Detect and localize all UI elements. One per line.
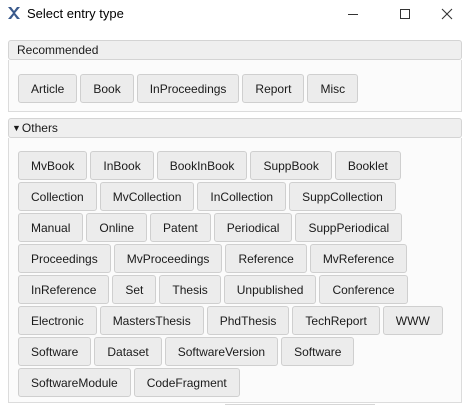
- divider: [225, 404, 375, 411]
- maximize-button[interactable]: [382, 0, 428, 28]
- jabref-icon: [8, 7, 20, 19]
- entry-type-button-collection[interactable]: Collection: [18, 182, 97, 211]
- entry-type-button-phdthesis[interactable]: PhdThesis: [206, 306, 290, 335]
- entry-type-button-bookinbook[interactable]: BookInBook: [156, 151, 248, 180]
- entry-type-button-unpublished[interactable]: Unpublished: [223, 275, 317, 304]
- window-title: Select entry type: [27, 6, 124, 21]
- minimize-button[interactable]: [330, 0, 376, 28]
- entry-type-button-suppcollection[interactable]: SuppCollection: [289, 182, 396, 211]
- entry-type-button-booklet[interactable]: Booklet: [334, 151, 401, 180]
- entry-type-button-software-2[interactable]: Software: [281, 337, 355, 366]
- entry-type-button-mvproceedings[interactable]: MvProceedings: [113, 244, 223, 273]
- expand-caret-icon: ▼: [12, 123, 21, 133]
- entry-type-button-incollection[interactable]: InCollection: [197, 182, 287, 211]
- recommended-button-row: Article Book InProceedings Report Misc: [18, 74, 359, 103]
- close-button[interactable]: [424, 0, 468, 28]
- entry-type-button-techreport[interactable]: TechReport: [292, 306, 380, 335]
- others-button-row: Software Dataset SoftwareVersion Softwar…: [18, 337, 355, 366]
- entry-type-button-patent[interactable]: Patent: [150, 213, 211, 242]
- entry-type-button-conference[interactable]: Conference: [319, 275, 408, 304]
- others-section-header[interactable]: ▼Others: [8, 118, 462, 138]
- others-button-row: Collection MvCollection InCollection Sup…: [18, 182, 396, 211]
- entry-type-button-inproceedings[interactable]: InProceedings: [136, 74, 240, 103]
- recommended-section-title: Recommended: [17, 43, 99, 57]
- entry-type-button-suppbook[interactable]: SuppBook: [250, 151, 332, 180]
- entry-type-button-mvbook[interactable]: MvBook: [18, 151, 88, 180]
- recommended-section-header[interactable]: Recommended: [8, 40, 462, 60]
- others-button-row: InReference Set Thesis Unpublished Confe…: [18, 275, 408, 304]
- entry-type-button-software[interactable]: Software: [18, 337, 92, 366]
- others-button-row: MvBook InBook BookInBook SuppBook Bookle…: [18, 151, 401, 180]
- entry-type-button-inreference[interactable]: InReference: [18, 275, 110, 304]
- entry-type-button-codefragment[interactable]: CodeFragment: [133, 368, 240, 397]
- entry-type-button-electronic[interactable]: Electronic: [18, 306, 97, 335]
- others-button-row: SoftwareModule CodeFragment: [18, 368, 240, 397]
- entry-type-button-article[interactable]: Article: [18, 74, 78, 103]
- entry-type-button-periodical[interactable]: Periodical: [213, 213, 293, 242]
- entry-type-button-mastersthesis[interactable]: MastersThesis: [99, 306, 204, 335]
- entry-type-button-softwareversion[interactable]: SoftwareVersion: [164, 337, 279, 366]
- others-section-title: Others: [21, 121, 58, 135]
- entry-type-button-suppperiodical[interactable]: SuppPeriodical: [295, 213, 403, 242]
- entry-type-button-inbook[interactable]: InBook: [90, 151, 154, 180]
- entry-type-button-book[interactable]: Book: [80, 74, 134, 103]
- entry-type-button-reference[interactable]: Reference: [225, 244, 307, 273]
- entry-type-button-softwaremodule[interactable]: SoftwareModule: [18, 368, 131, 397]
- entry-type-button-www[interactable]: WWW: [382, 306, 443, 335]
- entry-type-button-mvcollection[interactable]: MvCollection: [99, 182, 195, 211]
- entry-type-button-mvreference[interactable]: MvReference: [309, 244, 408, 273]
- minimize-icon: [348, 14, 358, 15]
- entry-type-button-proceedings[interactable]: Proceedings: [18, 244, 111, 273]
- others-button-row: Proceedings MvProceedings Reference MvRe…: [18, 244, 408, 273]
- entry-type-button-set[interactable]: Set: [112, 275, 157, 304]
- entry-type-button-dataset[interactable]: Dataset: [94, 337, 162, 366]
- select-entry-type-dialog: Select entry type Recommended Article Bo…: [0, 0, 468, 411]
- entry-type-button-misc[interactable]: Misc: [307, 74, 359, 103]
- close-icon: [441, 8, 453, 20]
- entry-type-button-report[interactable]: Report: [242, 74, 305, 103]
- entry-type-button-thesis[interactable]: Thesis: [159, 275, 221, 304]
- others-button-row: Electronic MastersThesis PhdThesis TechR…: [18, 306, 443, 335]
- maximize-icon: [400, 9, 410, 19]
- entry-type-button-manual[interactable]: Manual: [18, 213, 84, 242]
- others-button-row: Manual Online Patent Periodical SuppPeri…: [18, 213, 403, 242]
- entry-type-button-online[interactable]: Online: [86, 213, 148, 242]
- title-bar[interactable]: Select entry type: [0, 0, 468, 28]
